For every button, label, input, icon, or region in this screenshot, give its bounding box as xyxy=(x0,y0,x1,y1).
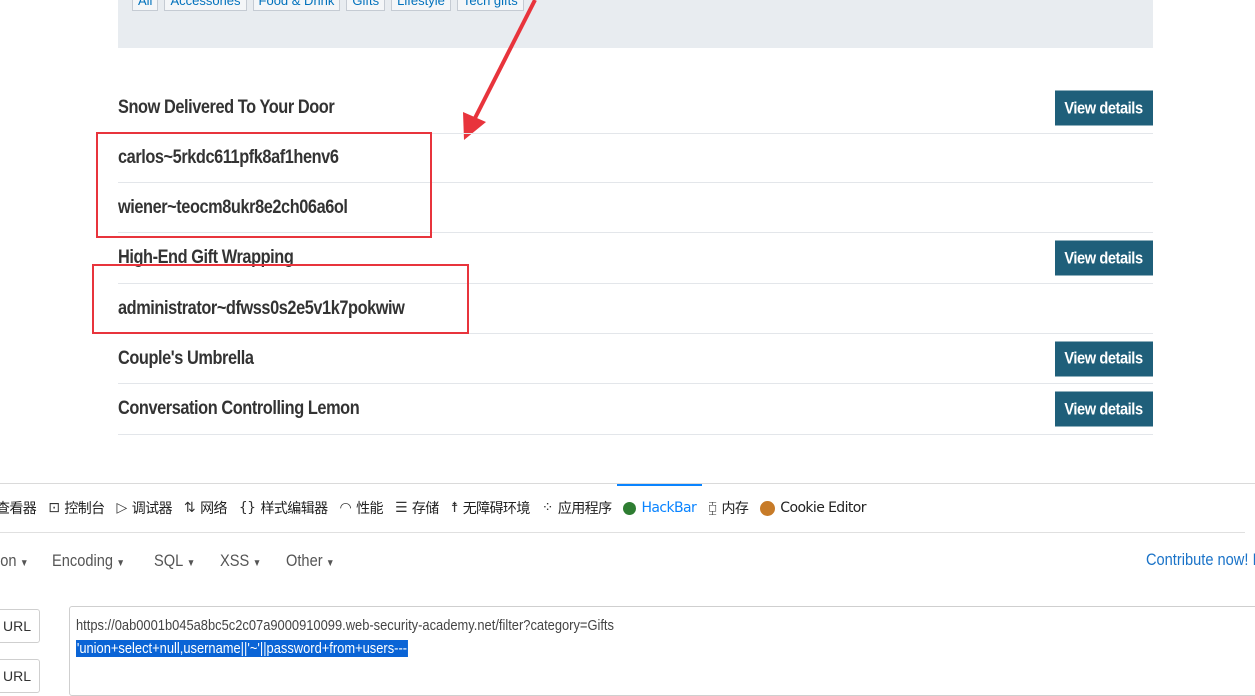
caret-down-icon: ▼ xyxy=(115,557,125,569)
cookie-icon xyxy=(760,500,776,516)
view-details-button[interactable]: View details xyxy=(1055,341,1153,376)
url-textarea[interactable]: https://0ab0001b045a8bc5c2c07a9000910099… xyxy=(69,606,1255,696)
split-url-button[interactable]: it URL xyxy=(0,659,40,693)
menu-injection[interactable]: ion▼ xyxy=(0,551,28,571)
network-icon: ⇅ xyxy=(183,500,196,516)
tab-debugger[interactable]: ▷ 调试器 xyxy=(111,484,178,532)
product-name: Conversation Controlling Lemon xyxy=(118,398,360,419)
caret-down-icon: ▼ xyxy=(187,557,196,569)
product-name: Couple's Umbrella xyxy=(118,347,254,369)
tab-cookie-editor[interactable]: Cookie Editor xyxy=(754,484,872,532)
table-row: Conversation Controlling Lemon View deta… xyxy=(118,384,1153,435)
caret-down-icon: ▼ xyxy=(326,557,335,569)
tab-application[interactable]: ⁘ 应用程序 xyxy=(536,484,618,532)
inspector-icon: 查看器 xyxy=(0,501,37,517)
performance-icon: ◠ xyxy=(339,500,352,516)
product-name: Snow Delivered To Your Door xyxy=(118,97,335,118)
load-url-button[interactable]: d URL xyxy=(0,609,40,643)
table-row: Snow Delivered To Your Door View details xyxy=(118,83,1153,134)
tab-console[interactable]: ⊡ 控制台 xyxy=(42,484,110,532)
tab-network[interactable]: ⇅ 网络 xyxy=(178,484,233,532)
contribute-link[interactable]: Contribute now! I xyxy=(1146,550,1255,570)
console-icon: ⊡ xyxy=(48,500,60,516)
hackbar-icon xyxy=(623,501,637,515)
tab-style-editor[interactable]: {} 样式编辑器 xyxy=(233,484,334,532)
memory-icon: ⧮ xyxy=(708,500,717,516)
table-row: Couple's Umbrella View details xyxy=(118,334,1153,384)
menu-other[interactable]: Other ▼ xyxy=(286,551,335,571)
tab-hackbar[interactable]: HackBar xyxy=(617,484,702,532)
tab-accessibility[interactable]: ☨ 无障碍环境 xyxy=(445,484,536,532)
debugger-icon: ▷ xyxy=(116,500,128,516)
tab-performance[interactable]: ◠ 性能 xyxy=(334,484,389,532)
caret-down-icon: ▼ xyxy=(19,557,29,569)
view-details-button[interactable]: View details xyxy=(1055,90,1153,126)
caret-down-icon: ▼ xyxy=(253,557,262,569)
devtools-tabs: 查看器 ⊡ 控制台 ▷ 调试器 ⇅ 网络 {} 样式编辑器 ◠ 性能 ☰ 存储 ☨ 无障碍环境… xyxy=(0,484,1245,533)
style-editor-icon: {} xyxy=(238,500,256,516)
view-details-button[interactable]: View details xyxy=(1055,240,1153,276)
accessibility-icon: ☨ xyxy=(450,500,459,516)
storage-icon: ☰ xyxy=(394,500,408,516)
application-icon: ⁘ xyxy=(541,500,554,516)
devtools-panel: 查看器 ⊡ 控制台 ▷ 调试器 ⇅ 网络 {} 样式编辑器 ◠ 性能 ☰ 存储 ☨ 无障碍环境… xyxy=(0,483,1255,696)
tab-inspector[interactable]: 查看器 xyxy=(0,484,42,532)
tab-memory[interactable]: ⧮ 内存 xyxy=(702,484,754,532)
menu-sql[interactable]: SQL ▼ xyxy=(154,551,195,571)
menu-xss[interactable]: XSS ▼ xyxy=(220,551,261,571)
tab-storage[interactable]: ☰ 存储 xyxy=(389,484,445,532)
url-line: https://0ab0001b045a8bc5c2c07a9000910099… xyxy=(76,617,614,634)
menu-encoding[interactable]: Encoding ▼ xyxy=(52,551,125,571)
url-payload-selected: 'union+select+null,username||'~'||passwo… xyxy=(76,640,408,657)
view-details-button[interactable]: View details xyxy=(1055,391,1153,427)
highlight-box-credentials xyxy=(96,132,432,238)
highlight-box-admin xyxy=(92,264,469,334)
hackbar-menu: ion▼ Encoding▼ SQL▼ XSS▼ Other▼ Contribu… xyxy=(0,533,1255,588)
